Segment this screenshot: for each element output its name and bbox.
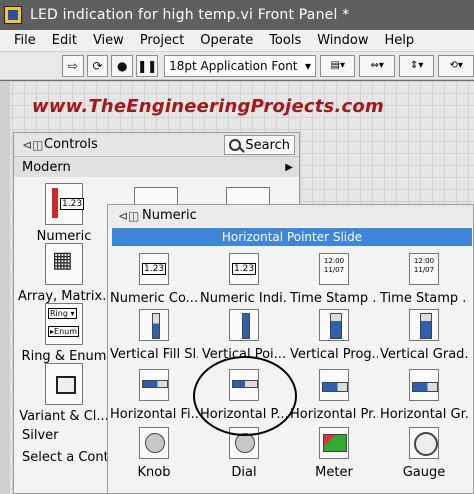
vertical-progress-bar-item[interactable]: Vertical Prog...	[290, 309, 378, 362]
time-stamp-icon	[319, 253, 349, 285]
labview-app-icon	[4, 6, 22, 24]
pin-icon[interactable]: ⊲◫	[118, 209, 139, 223]
horizontal-progress-bar-item[interactable]: Horizontal Pr...	[290, 369, 378, 422]
knob-item[interactable]: Knob	[110, 427, 198, 480]
category-silver-label: Silver	[22, 427, 59, 443]
menu-help[interactable]: Help	[376, 33, 422, 48]
gauge-icon	[409, 427, 439, 459]
palette-item-label: Vertical Grad...	[380, 347, 468, 362]
toolbar: ⇨ ⟳ ● ❚❚ 18pt Application Font ▾ ▤▾ ⇔▾ ⇕…	[0, 52, 474, 80]
horizontal-graduated-bar-item[interactable]: Horizontal Gr...	[380, 369, 468, 422]
numeric-subpalette-header: ⊲◫ Numeric	[108, 205, 473, 227]
numeric-indicator-item[interactable]: Numeric Indi...	[200, 253, 288, 306]
time-stamp-control-item[interactable]: Time Stamp ...	[290, 253, 378, 306]
resize-objects-dropdown[interactable]: ⇕▾	[398, 54, 435, 77]
vertical-graduated-bar-item[interactable]: Vertical Grad...	[380, 309, 468, 362]
palette-item-ring-enum[interactable]: Ring & Enum	[18, 303, 110, 364]
vertical-graduated-bar-icon	[409, 309, 439, 341]
font-selector[interactable]: 18pt Application Font ▾	[164, 54, 316, 77]
horizontal-fill-slide-icon	[139, 369, 169, 401]
chevron-right-icon: ▶	[285, 161, 293, 173]
palette-item-label: Gauge	[402, 465, 446, 480]
distribute-objects-dropdown[interactable]: ⇔▾	[359, 54, 395, 77]
watermark-text: www.TheEngineeringProjects.com	[32, 96, 384, 117]
palette-item-label: Time Stamp ...	[290, 291, 378, 306]
numeric-subpalette-title: Numeric	[142, 208, 197, 223]
variant-class-icon	[45, 363, 83, 405]
menu-file[interactable]: File	[0, 33, 44, 48]
palette-item-label: Variant & Cl...	[19, 409, 109, 424]
palette-item-label: Vertical Prog...	[290, 347, 378, 362]
palette-item-array-matrix[interactable]: Array, Matrix...	[18, 243, 110, 304]
search-button-label: Search	[245, 137, 290, 153]
run-button[interactable]: ⇨	[62, 54, 84, 77]
search-button[interactable]: Search	[224, 135, 295, 155]
reorder-dropdown[interactable]: ⟲▾	[438, 54, 474, 77]
palette-item-variant-class[interactable]: Variant & Cl...	[18, 363, 110, 424]
controls-palette-header: ⊲◫ Controls Search	[14, 133, 299, 157]
numeric-control-icon	[139, 253, 169, 285]
menu-tools[interactable]: Tools	[261, 33, 309, 48]
abort-button[interactable]: ●	[111, 54, 134, 77]
window-title: LED indication for high temp.vi Front Pa…	[30, 7, 350, 23]
category-modern[interactable]: Modern ▶	[14, 157, 299, 177]
array-matrix-icon	[45, 243, 83, 285]
palette-item-label: Dial	[231, 465, 257, 480]
menu-project[interactable]: Project	[132, 33, 192, 48]
meter-icon	[319, 427, 349, 459]
menu-window[interactable]: Window	[309, 33, 376, 48]
pin-icon[interactable]: ⊲◫	[22, 138, 43, 152]
menu-bar: File Edit View Project Operate Tools Win…	[0, 30, 474, 52]
palette-item-label: Knob	[137, 465, 171, 480]
menu-view[interactable]: View	[85, 33, 132, 48]
pause-button[interactable]: ❚❚	[136, 54, 159, 77]
category-modern-label: Modern	[22, 159, 71, 175]
horizontal-graduated-bar-icon	[409, 369, 439, 401]
horizontal-fill-slide-item[interactable]: Horizontal Fi...	[110, 369, 198, 422]
palette-item-label: Horizontal Gr...	[380, 407, 468, 422]
palette-item-label: Array, Matrix...	[18, 289, 110, 304]
gauge-item[interactable]: Gauge	[380, 427, 468, 480]
vertical-pointer-slide-icon	[229, 309, 259, 341]
numeric-subpalette: ⊲◫ Numeric Horizontal Pointer Slide Nume…	[107, 204, 474, 494]
knob-icon	[139, 427, 169, 459]
menu-edit[interactable]: Edit	[44, 33, 85, 48]
time-stamp-indicator-item[interactable]: Time Stamp ...	[380, 253, 468, 306]
highlight-circle-annotation	[193, 356, 297, 436]
ring-enum-icon	[45, 303, 83, 345]
item-tooltip: Horizontal Pointer Slide	[112, 228, 472, 246]
run-continuously-button[interactable]: ⟳	[86, 54, 109, 77]
controls-palette-title: Controls	[44, 137, 98, 152]
palette-item-label: Numeric	[36, 229, 92, 244]
numeric-indicator-icon	[229, 253, 259, 285]
numeric-control-item[interactable]: Numeric Co...	[110, 253, 198, 306]
palette-item-label: Numeric Indi...	[200, 291, 288, 306]
palette-item-label: Horizontal Pr...	[290, 407, 378, 422]
menu-operate[interactable]: Operate	[192, 33, 261, 48]
palette-item-label: Time Stamp ...	[380, 291, 468, 306]
time-stamp-icon	[409, 253, 439, 285]
palette-item-label: Ring & Enum	[21, 349, 107, 364]
horizontal-progress-bar-icon	[319, 369, 349, 401]
chevron-down-icon: ▾	[304, 58, 311, 73]
numeric-category-icon	[45, 183, 85, 225]
meter-item[interactable]: Meter	[290, 427, 378, 480]
search-icon	[229, 139, 242, 151]
vertical-pointer-slide-item[interactable]: Vertical Poi...	[200, 309, 288, 362]
palette-item-label: Horizontal Fi...	[110, 407, 198, 422]
canvas-left-gutter	[0, 81, 10, 494]
vertical-fill-slide-item[interactable]: Vertical Fill Sl...	[110, 309, 198, 362]
palette-item-label: Meter	[315, 465, 353, 480]
palette-item-label: Numeric Co...	[110, 291, 198, 306]
vertical-progress-bar-icon	[319, 309, 349, 341]
palette-item-label: Vertical Fill Sl...	[110, 347, 198, 362]
palette-item-numeric[interactable]: Numeric	[18, 183, 110, 244]
font-selector-label: 18pt Application Font	[169, 58, 298, 73]
align-objects-dropdown[interactable]: ▤▾	[319, 54, 356, 77]
window-titlebar: LED indication for high temp.vi Front Pa…	[0, 0, 474, 30]
vertical-fill-slide-icon	[139, 309, 169, 341]
